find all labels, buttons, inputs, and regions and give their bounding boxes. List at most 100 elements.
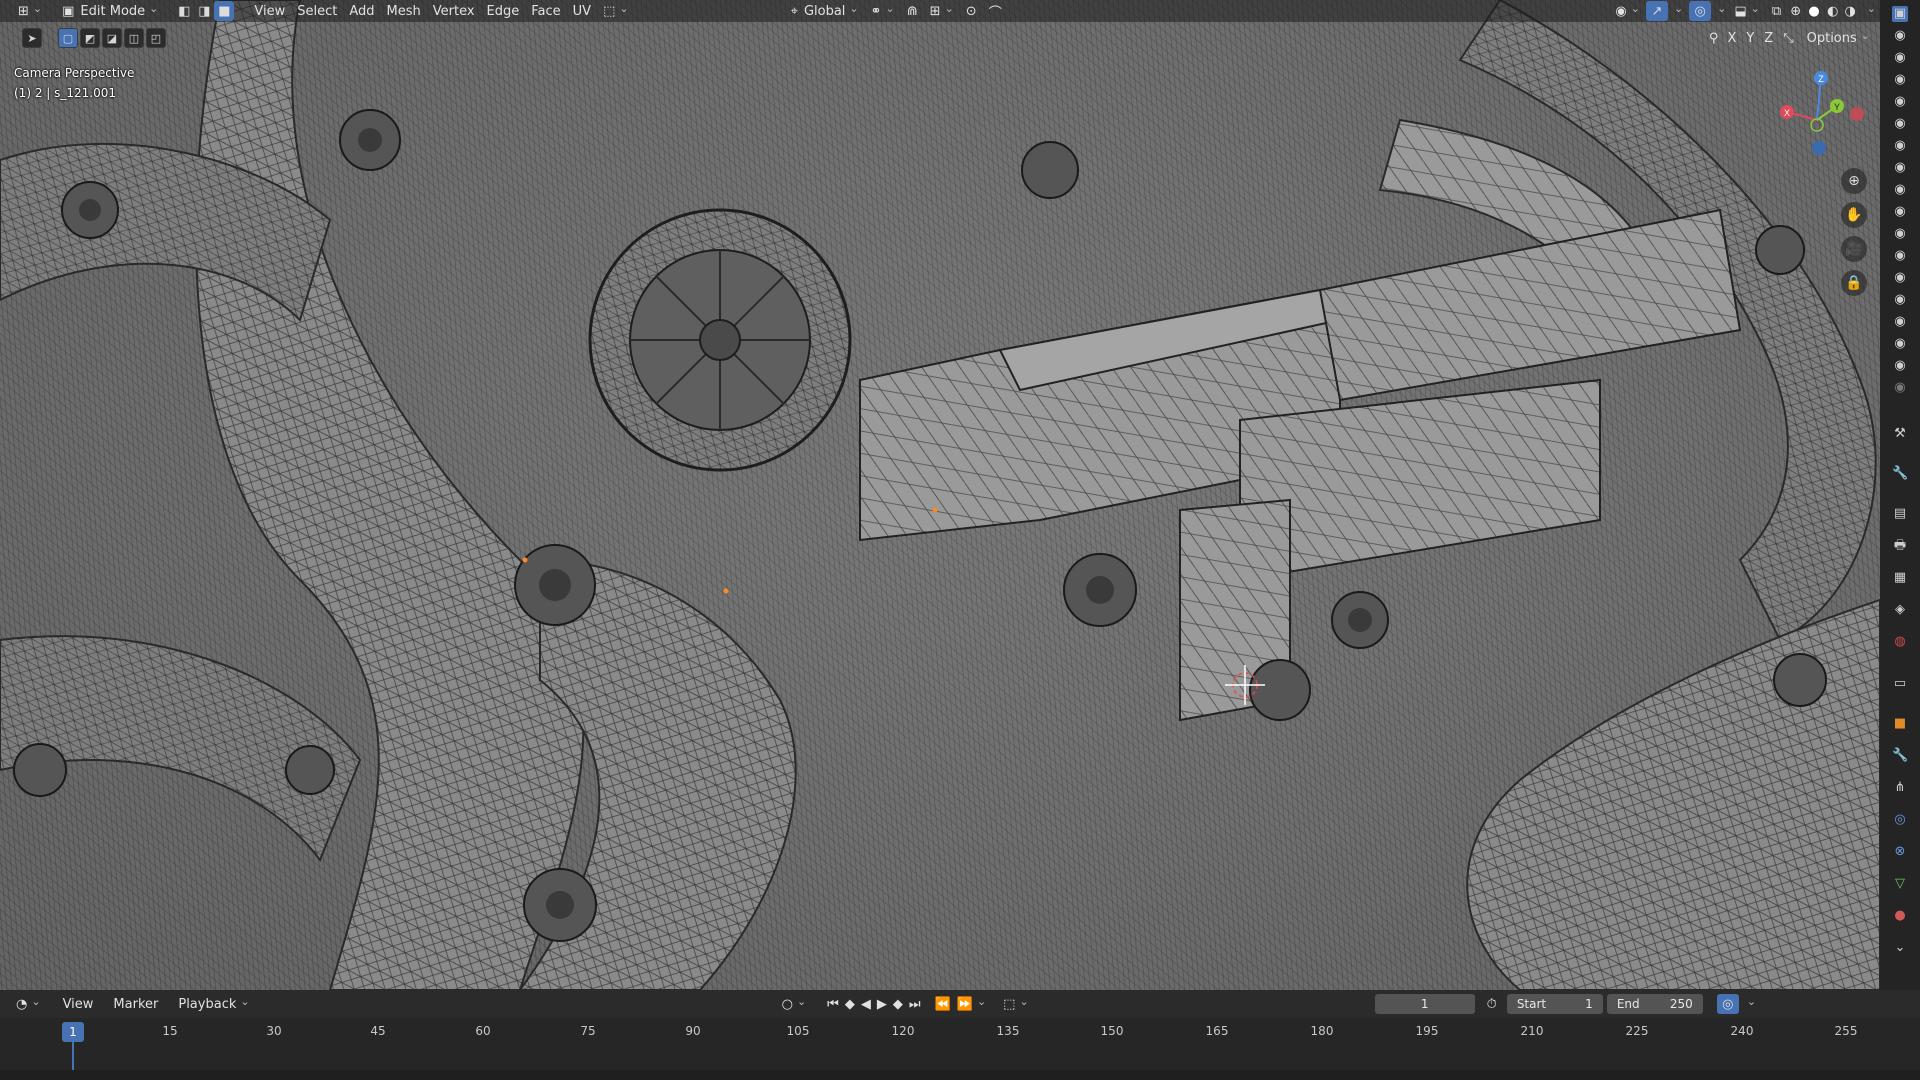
vertex-select-button[interactable]: ◧: [174, 1, 194, 21]
mesh-edit-overlays-dropdown[interactable]: ⬓: [1728, 1, 1766, 21]
texture-properties-icon[interactable]: ⌄: [1892, 940, 1908, 956]
particles-icon[interactable]: ⋔: [1892, 780, 1908, 796]
camera-icon[interactable]: ◉: [1892, 182, 1908, 198]
constraints-icon[interactable]: ⊗: [1892, 844, 1908, 860]
mirror-axis-x[interactable]: X: [1724, 28, 1739, 48]
material-properties-icon[interactable]: ●: [1892, 908, 1908, 924]
gizmo-dropdown[interactable]: [1668, 1, 1685, 21]
menu-mesh[interactable]: Mesh: [381, 1, 427, 21]
render-properties-icon[interactable]: ▤: [1892, 506, 1908, 522]
auto-merge-icon[interactable]: ⤡: [1780, 28, 1796, 48]
shading-dropdown[interactable]: [1859, 1, 1880, 21]
camera-icon[interactable]: ◉: [1892, 94, 1908, 110]
rendered-shading-button[interactable]: ◑: [1841, 1, 1858, 21]
next-frame-button[interactable]: ⏩: [954, 994, 989, 1014]
camera-collection-icon[interactable]: ▣: [1892, 6, 1908, 22]
snap-toggle[interactable]: ⋒: [901, 1, 924, 21]
camera-icon[interactable]: ◉: [1892, 336, 1908, 352]
end-frame-field[interactable]: End 250: [1606, 994, 1703, 1014]
camera-icon[interactable]: ◉: [1892, 50, 1908, 66]
play-button[interactable]: ▶: [874, 994, 890, 1014]
pivot-point-dropdown[interactable]: ⚭: [865, 1, 901, 21]
camera-icon[interactable]: ◉: [1892, 226, 1908, 242]
overlays-toggle[interactable]: ◎: [1689, 1, 1712, 21]
camera-icon[interactable]: ◉: [1892, 160, 1908, 176]
menu-vertex[interactable]: Vertex: [427, 1, 481, 21]
menu-view[interactable]: View: [248, 1, 291, 21]
modifier-properties-icon[interactable]: 🔧: [1892, 748, 1908, 764]
navigation-gizmo[interactable]: Z Y X: [1775, 70, 1865, 160]
camera-icon[interactable]: ◉: [1892, 292, 1908, 308]
current-frame-field[interactable]: 1: [1374, 994, 1475, 1014]
prev-keyframe-button[interactable]: ◆: [842, 994, 858, 1014]
select-invert-button[interactable]: ◫: [124, 28, 144, 48]
mirror-icon[interactable]: ⚲: [1707, 28, 1721, 48]
timeline-editor-type-button[interactable]: ◔: [0, 994, 47, 1014]
scene-properties-icon[interactable]: ◈: [1892, 602, 1908, 618]
edge-select-button[interactable]: ◨: [194, 1, 214, 21]
camera-icon[interactable]: ◉: [1892, 204, 1908, 220]
physics-properties-icon[interactable]: ◎: [1892, 812, 1908, 828]
camera-icon[interactable]: ◉: [1892, 116, 1908, 132]
3d-viewport[interactable]: ⊞ ▣ Edit Mode ◧ ◨ ■ View Select Add Mesh…: [0, 0, 1880, 990]
mirror-axis-z[interactable]: Z: [1761, 28, 1776, 48]
frame-ruler[interactable]: 15 30 45 60 75 90 105 120 135 150 165 18…: [0, 1018, 1920, 1070]
start-frame-field[interactable]: Start 1: [1506, 994, 1603, 1014]
menu-add[interactable]: Add: [343, 1, 380, 21]
options-dropdown[interactable]: Options: [1801, 28, 1876, 48]
auto-keying-button[interactable]: ⬚: [997, 994, 1035, 1014]
view-options-toggle[interactable]: ◎: [1716, 994, 1739, 1014]
tool-properties-icon[interactable]: ⚒: [1892, 426, 1908, 442]
visibility-dropdown[interactable]: ◉: [1609, 1, 1646, 21]
playhead-marker[interactable]: 1: [62, 1022, 84, 1042]
wireframe-mesh-scene[interactable]: [0, 0, 1880, 990]
menu-face[interactable]: Face: [525, 1, 566, 21]
camera-icon[interactable]: ◉: [1892, 270, 1908, 286]
camera-icon[interactable]: ◉: [1892, 28, 1908, 44]
wireframe-shading-button[interactable]: ⊕: [1787, 1, 1804, 21]
camera-icon[interactable]: ◉: [1892, 358, 1908, 374]
output-properties-icon[interactable]: 🖶: [1892, 538, 1908, 554]
camera-icon[interactable]: ◉: [1892, 314, 1908, 330]
collection-properties-icon[interactable]: ▭: [1892, 676, 1908, 692]
pan-button[interactable]: ✋: [1841, 202, 1867, 228]
face-select-button[interactable]: ■: [214, 1, 235, 21]
snap-target-dropdown[interactable]: ⊞: [924, 1, 960, 21]
mode-dropdown[interactable]: ▣ Edit Mode: [56, 1, 164, 21]
uv-sync-button[interactable]: ⬚: [597, 1, 635, 21]
proportional-edit-toggle[interactable]: ⊙: [960, 1, 983, 21]
select-subtract-button[interactable]: ◪: [102, 28, 122, 48]
jump-end-button[interactable]: ⏭: [906, 994, 924, 1014]
select-intersect-button[interactable]: ◰: [146, 28, 166, 48]
falloff-dropdown[interactable]: ⌒: [983, 1, 1008, 21]
play-reverse-button[interactable]: ◀: [858, 994, 874, 1014]
tool-icon[interactable]: 🔧: [1892, 466, 1908, 482]
mirror-axis-y[interactable]: Y: [1743, 28, 1757, 48]
world-properties-icon[interactable]: ◍: [1892, 634, 1908, 650]
camera-icon[interactable]: ◉: [1892, 248, 1908, 264]
jump-start-button[interactable]: ⏮: [824, 994, 842, 1014]
camera-icon[interactable]: ◉: [1892, 72, 1908, 88]
timeline-menu-marker[interactable]: Marker: [107, 994, 164, 1014]
camera-view-button[interactable]: 🎥: [1841, 236, 1867, 262]
gizmo-toggle[interactable]: ↗: [1645, 1, 1668, 21]
object-properties-icon[interactable]: ■: [1892, 716, 1908, 732]
tweak-tool-button[interactable]: ➤: [22, 28, 42, 48]
menu-edge[interactable]: Edge: [481, 1, 526, 21]
select-extend-button[interactable]: ◩: [80, 28, 100, 48]
timeline-menu-playback[interactable]: Playback: [172, 994, 255, 1014]
solid-shading-button[interactable]: ●: [1804, 1, 1824, 21]
zoom-button[interactable]: ⊕: [1841, 168, 1867, 194]
overlays-dropdown[interactable]: [1711, 1, 1728, 21]
material-shading-button[interactable]: ◐: [1824, 1, 1841, 21]
camera-icon[interactable]: ◉: [1892, 138, 1908, 154]
timeline-menu-view[interactable]: View: [57, 994, 100, 1014]
prev-frame-button[interactable]: ⏪: [932, 994, 954, 1014]
lock-camera-button[interactable]: 🔒: [1841, 270, 1867, 296]
next-keyframe-button[interactable]: ◆: [890, 994, 906, 1014]
select-new-button[interactable]: ▢: [58, 28, 78, 48]
menu-select[interactable]: Select: [291, 1, 343, 21]
transform-orientation-dropdown[interactable]: ⌖ Global: [785, 1, 865, 21]
view-layer-icon[interactable]: ▦: [1892, 570, 1908, 586]
keying-toggle[interactable]: ○: [776, 994, 813, 1014]
